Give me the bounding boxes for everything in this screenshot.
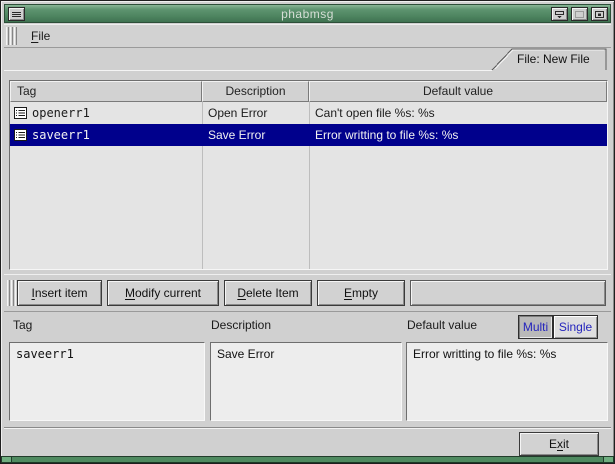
- delete-item-button[interactable]: Delete Item: [224, 280, 312, 306]
- description-input[interactable]: Save Error: [210, 342, 402, 421]
- single-mode-button[interactable]: Single: [553, 315, 598, 339]
- default-value-input[interactable]: Error writting to file %s: %s: [406, 342, 608, 421]
- file-tab: File: New File: [491, 48, 608, 71]
- window-title: phabmsg: [5, 7, 610, 21]
- message-item-icon: [14, 129, 27, 141]
- row-description-text: Save Error: [202, 128, 309, 142]
- app-window: phabmsg: [0, 0, 615, 464]
- tag-input[interactable]: saveerr1: [9, 342, 205, 421]
- row-description-text: Open Error: [202, 106, 309, 120]
- collapse-icon: [554, 10, 565, 19]
- maximize-icon: [574, 10, 585, 19]
- resize-corner-right[interactable]: [603, 456, 614, 463]
- table-row[interactable]: openerr1 Open Error Can't open file %s: …: [10, 102, 607, 124]
- row-default-value-text: Error writting to file %s: %s: [309, 128, 607, 142]
- message-item-icon: [14, 107, 27, 119]
- menubar-grip[interactable]: [6, 27, 17, 45]
- multi-mode-button[interactable]: Multi: [518, 315, 553, 339]
- file-tab-label: File: New File: [517, 52, 590, 66]
- collapse-button[interactable]: [551, 7, 568, 21]
- resize-corner-left[interactable]: [1, 456, 12, 463]
- description-field-label: Description: [211, 318, 271, 332]
- menubar: File: [4, 24, 611, 48]
- resize-edge-bottom[interactable]: [1, 456, 614, 463]
- toolbar: Insert item Modify current Delete Item E…: [4, 274, 611, 312]
- close-icon: [594, 10, 605, 19]
- cell-tag: openerr1: [10, 106, 202, 120]
- empty-button[interactable]: Empty: [317, 280, 405, 306]
- panel-top-edge: [4, 70, 492, 72]
- maximize-button[interactable]: [571, 7, 588, 21]
- line-mode-toggle: Multi Single: [518, 315, 598, 339]
- row-tag-text: saveerr1: [32, 128, 90, 142]
- titlebar[interactable]: phabmsg: [4, 4, 611, 23]
- modify-current-button[interactable]: Modify current: [107, 280, 219, 306]
- insert-item-button[interactable]: Insert item: [17, 280, 102, 306]
- message-table: Tag Description Default value: [9, 80, 608, 270]
- menu-file[interactable]: File: [25, 27, 56, 45]
- column-header-description[interactable]: Description: [202, 81, 309, 102]
- row-default-value-text: Can't open file %s: %s: [309, 106, 607, 120]
- tag-field-label: Tag: [13, 318, 32, 332]
- column-header-default-value[interactable]: Default value: [309, 81, 607, 102]
- toolbar-filler-panel: [410, 280, 606, 306]
- column-header-tag[interactable]: Tag: [10, 81, 202, 102]
- cell-tag: saveerr1: [10, 128, 202, 142]
- close-button[interactable]: [591, 7, 608, 21]
- default-value-field-label: Default value: [407, 318, 477, 332]
- row-tag-text: openerr1: [32, 106, 90, 120]
- table-row-selected[interactable]: saveerr1 Save Error Error writting to fi…: [10, 124, 607, 146]
- table-header-row: Tag Description Default value: [10, 81, 607, 102]
- exit-button[interactable]: Exit: [519, 432, 599, 456]
